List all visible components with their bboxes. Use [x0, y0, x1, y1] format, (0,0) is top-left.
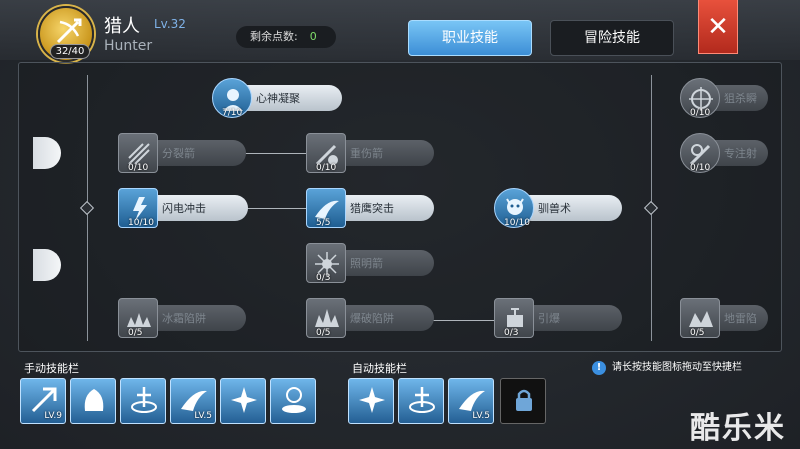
manual-slot[interactable]: LV.5: [170, 378, 216, 424]
skill-label: 照明箭: [350, 257, 383, 270]
info-icon: !: [592, 361, 606, 375]
skill-node[interactable]: 照明箭 0/3: [306, 243, 434, 283]
slot-level: LV.5: [472, 411, 490, 421]
skill-count: 10/10: [128, 218, 154, 228]
skill-node[interactable]: 爆破陷阱 0/5: [306, 298, 434, 338]
skill-label: 爆破陷阱: [350, 312, 394, 325]
auto-slot[interactable]: [348, 378, 394, 424]
burst-blade-icon: [359, 387, 385, 413]
skill-node[interactable]: 冰霜陷阱 0/5: [118, 298, 246, 338]
close-icon: ✕: [707, 12, 729, 42]
close-button[interactable]: ✕: [698, 0, 738, 54]
skill-count: 0/5: [690, 328, 705, 338]
burst-blade-icon: [231, 387, 257, 413]
skill-count: 7/10: [222, 108, 243, 118]
manual-bar-title: 手动技能栏: [24, 362, 79, 375]
skill-count: 0/5: [128, 328, 143, 338]
auto-slot-locked[interactable]: [500, 378, 546, 424]
divider-ornament: [79, 200, 95, 216]
skill-count: 0/10: [690, 108, 711, 118]
manual-slot[interactable]: LV.9: [20, 378, 66, 424]
watermark-logo: 酷乐米: [690, 411, 786, 446]
skill-node[interactable]: 重伤箭 0/10: [306, 133, 434, 173]
skill-label: 重伤箭: [350, 147, 383, 160]
skill-count: 0/5: [316, 328, 331, 338]
skill-count: 0/10: [128, 163, 149, 173]
circle-cross-icon: [409, 387, 435, 413]
skill-count: 10/10: [504, 218, 530, 228]
skill-node[interactable]: 分裂箭 0/10: [118, 133, 246, 173]
skill-count: 0/3: [316, 273, 331, 283]
skill-count: 0/10: [316, 163, 337, 173]
skill-node[interactable]: 闪电冲击 10/10: [118, 188, 248, 228]
skill-count: 0/10: [690, 163, 711, 173]
points-value: 0: [309, 30, 317, 43]
tab-job-skills[interactable]: 职业技能: [408, 20, 532, 56]
skill-label: 冰霜陷阱: [162, 312, 206, 325]
remaining-points: 剩余点数: 0: [236, 26, 336, 48]
skill-node[interactable]: 地雷陷 0/5: [680, 298, 768, 338]
slot-level: LV.9: [44, 411, 62, 421]
skill-label: 分裂箭: [162, 147, 195, 160]
skill-node[interactable]: 心神凝聚 7/10: [212, 78, 342, 118]
slot-level: LV.5: [194, 411, 212, 421]
skill-label: 专注射: [724, 147, 757, 160]
skill-count: 0/3: [504, 328, 519, 338]
skill-label: 闪电冲击: [162, 202, 206, 215]
skill-node[interactable]: 狙杀瞬 0/10: [680, 78, 768, 118]
prev-tier-node: [33, 249, 61, 281]
circle-cross-icon: [131, 387, 157, 413]
skill-node[interactable]: 猎鹰突击 5/5: [306, 188, 434, 228]
skill-link: [244, 153, 308, 154]
manual-slot[interactable]: [120, 378, 166, 424]
hint-text: 请长按技能图标拖动至快捷栏: [612, 362, 742, 373]
drag-hint: ! 请长按技能图标拖动至快捷栏: [592, 358, 742, 375]
palm-icon: [84, 389, 104, 411]
manual-slot[interactable]: [70, 378, 116, 424]
job-english-name: Hunter: [104, 38, 153, 54]
auto-slot[interactable]: [398, 378, 444, 424]
skill-label: 猎鹰突击: [350, 202, 394, 215]
manual-slot[interactable]: [270, 378, 316, 424]
skill-window: 32/40 猎人 Lv.32 Hunter 剩余点数: 0 职业技能 冒险技能 ✕…: [0, 0, 800, 449]
skill-link: [246, 208, 308, 209]
tab-adventure-skills[interactable]: 冒险技能: [550, 20, 674, 56]
skill-node[interactable]: 引爆 0/3: [494, 298, 622, 338]
skill-count: 5/5: [316, 218, 331, 228]
job-level-pill: 32/40: [50, 44, 90, 59]
skill-label: 地雷陷: [724, 312, 757, 325]
summon-icon: [282, 387, 306, 413]
skill-label: 心神凝聚: [256, 92, 300, 105]
skill-label: 引爆: [538, 312, 560, 325]
skill-label: 狙杀瞬: [724, 92, 757, 105]
manual-slot[interactable]: [220, 378, 266, 424]
auto-slot[interactable]: LV.5: [448, 378, 494, 424]
skill-node[interactable]: 驯兽术 10/10: [494, 188, 622, 228]
skill-label: 驯兽术: [538, 202, 571, 215]
skill-node[interactable]: 专注射 0/10: [680, 133, 768, 173]
lock-icon: [516, 389, 532, 411]
auto-bar-title: 自动技能栏: [352, 362, 407, 375]
job-level: Lv.32: [154, 17, 186, 31]
divider-ornament: [643, 200, 659, 216]
prev-tier-node: [33, 137, 61, 169]
job-name: 猎人: [104, 16, 140, 37]
skill-link: [432, 320, 494, 321]
points-label: 剩余点数:: [250, 30, 298, 43]
